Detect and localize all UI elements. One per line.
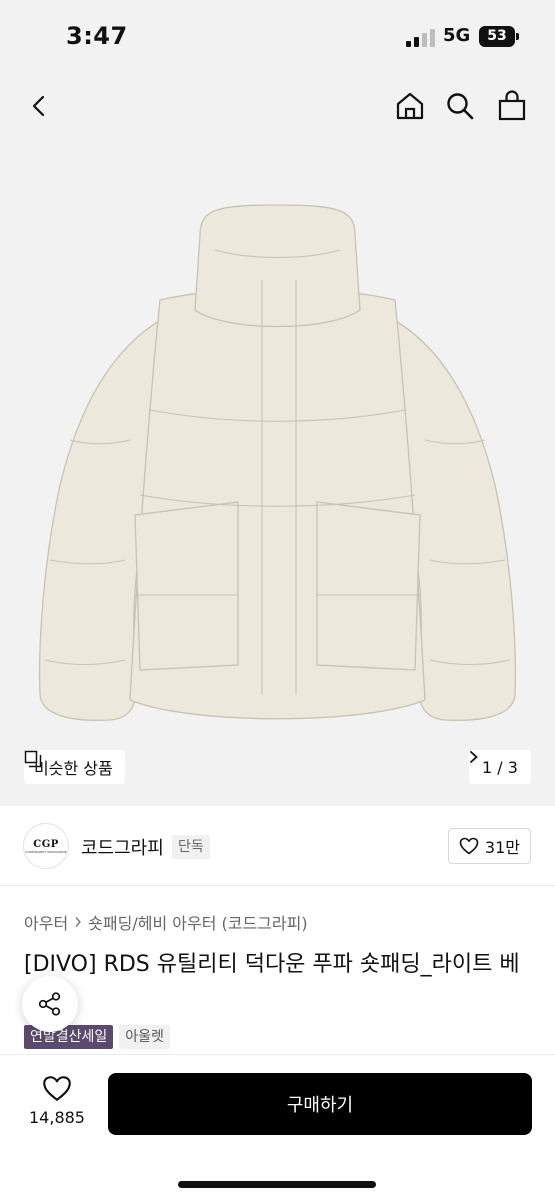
share-button[interactable]: [22, 976, 78, 1032]
search-icon: [447, 93, 474, 120]
home-button[interactable]: [388, 84, 432, 128]
status-time: 3:47: [66, 22, 128, 50]
battery-icon: 53: [479, 26, 519, 47]
jacket-image: [38, 204, 517, 721]
similar-products-label: 비슷한 상품: [34, 759, 113, 778]
signal-icon: [406, 29, 436, 47]
product-title: [DIVO] RDS 유틸리티 덕다운 푸파 숏패딩_라이트 베이지: [24, 952, 520, 1010]
brand-like-button[interactable]: 31만: [447, 828, 531, 864]
chevron-left-icon: [32, 95, 45, 117]
bottom-action-bar: 14,885 구매하기: [0, 1054, 555, 1200]
back-button[interactable]: [18, 84, 62, 128]
brand-logo-subtext: CODEGRAPHY WORLDWIDE: [25, 849, 67, 854]
brand-like-count: 31만: [484, 838, 520, 857]
breadcrumb-level2[interactable]: 숏패딩/헤비 아우터 (코드그라피): [88, 910, 307, 934]
heart-icon: [43, 1076, 71, 1101]
search-button[interactable]: [438, 84, 482, 128]
similar-items-icon: [24, 750, 42, 768]
status-bar: 3:47 5G 53: [0, 0, 555, 80]
brand-logo-text: CGP: [33, 838, 59, 850]
share-icon: [38, 992, 61, 1016]
chevron-right-icon: [470, 751, 478, 763]
outlet-tag: 아울렛: [119, 1025, 170, 1049]
breadcrumb-level1[interactable]: 아우터: [24, 910, 68, 934]
breadcrumb: 아우터 숏패딩/헤비 아우터 (코드그라피): [24, 910, 308, 934]
cart-button[interactable]: [490, 84, 534, 128]
brand-name[interactable]: 코드그라피: [81, 834, 164, 860]
similar-products-button[interactable]: 비슷한 상품: [24, 750, 125, 784]
brand-row: CGP CODEGRAPHY WORLDWIDE 코드그라피 단독 31만: [0, 806, 555, 886]
wishlist-button[interactable]: 14,885: [22, 1075, 92, 1127]
nav-bar: [0, 80, 555, 140]
brand-logo[interactable]: CGP CODEGRAPHY WORLDWIDE: [23, 823, 69, 869]
network-label: 5G: [443, 25, 471, 46]
product-image-gallery[interactable]: 비슷한 상품 1 / 3: [0, 140, 555, 806]
image-pager[interactable]: 1 / 3: [469, 750, 531, 784]
page-indicator: 1 / 3: [482, 757, 518, 777]
shopping-bag-icon: [498, 90, 526, 121]
chevron-right-icon: [75, 917, 82, 927]
heart-icon: [459, 837, 479, 855]
buy-button[interactable]: 구매하기: [108, 1073, 532, 1135]
home-indicator: [178, 1181, 376, 1188]
exclusive-badge: 단독: [172, 835, 210, 859]
wishlist-count: 14,885: [29, 1108, 85, 1127]
home-icon: [396, 92, 424, 120]
